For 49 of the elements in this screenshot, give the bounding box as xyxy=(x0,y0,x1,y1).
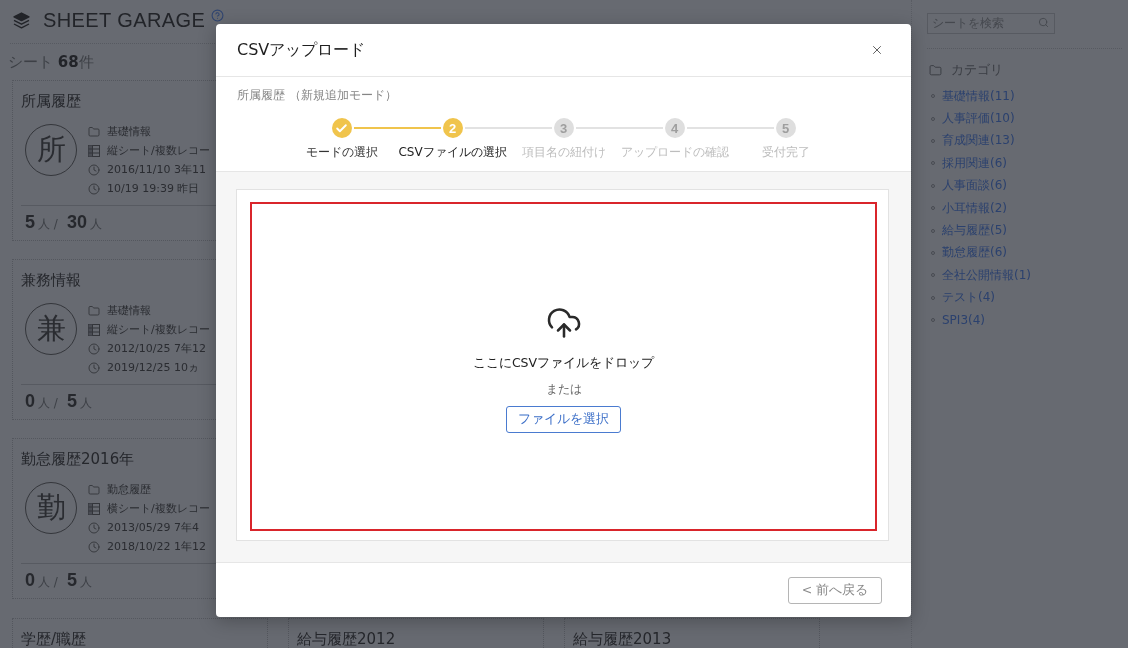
card-title: 勤怠履歴2016年 xyxy=(21,449,135,469)
search-icon xyxy=(1038,17,1049,28)
member-count: 5 xyxy=(25,212,35,233)
dialog-title: CSVアップロード xyxy=(237,39,366,61)
clock-icon xyxy=(88,540,100,553)
total-count: 30 xyxy=(66,212,87,233)
total-count: 5 xyxy=(66,391,77,412)
step-indicator: 5 xyxy=(775,118,796,138)
sheet-card[interactable]: 給与履歴2013 xyxy=(564,618,820,648)
choose-file-button[interactable]: ファイルを選択 xyxy=(506,405,621,433)
or-text: または xyxy=(545,380,582,398)
sheet-card[interactable]: 学歴/職歴 xyxy=(12,618,268,648)
card-title: 学歴/職歴 xyxy=(21,629,88,648)
total-count: 5 xyxy=(66,570,77,591)
step-label: CSVファイルの選択 xyxy=(398,145,507,160)
clock-icon xyxy=(88,182,100,195)
app-title: SHEET GARAGE xyxy=(43,9,206,32)
back-button[interactable]: < 前へ戻る xyxy=(788,576,882,604)
card-title: 給与履歴2013 xyxy=(573,629,673,648)
card-title: 兼務情報 xyxy=(21,270,81,290)
clock-icon xyxy=(88,342,100,355)
folder-icon xyxy=(88,304,100,317)
sheet-card[interactable]: 給与履歴2012 xyxy=(288,618,544,648)
updated-date: 10/19 19:39 昨日 xyxy=(107,181,200,196)
close-icon xyxy=(870,43,884,57)
clock-icon xyxy=(88,521,100,534)
card-title: 所属履歴 xyxy=(21,91,81,111)
category-link[interactable]: SPI3(4) xyxy=(942,313,986,328)
step-indicator: 2 xyxy=(442,118,463,138)
category-link[interactable]: 勤怠履歴(6) xyxy=(942,244,1007,262)
table-icon xyxy=(88,323,100,336)
member-count: 0 xyxy=(25,391,35,412)
clock-icon xyxy=(88,361,100,374)
dialog-subtitle: 所属履歴 （新規追加モード） xyxy=(237,88,397,103)
member-count: 0 xyxy=(25,570,35,591)
card-title: 給与履歴2012 xyxy=(297,629,397,648)
table-icon xyxy=(88,502,100,515)
step-indicator: 3 xyxy=(553,118,574,138)
folder-icon xyxy=(929,63,942,77)
step-indicator: 4 xyxy=(664,118,685,138)
clock-icon xyxy=(88,163,100,176)
step-label: 受付完了 xyxy=(761,145,810,160)
folder-icon xyxy=(88,125,100,138)
drop-message: ここにCSVファイルをドロップ xyxy=(472,354,655,372)
drop-zone[interactable]: ここにCSVファイルをドロップ または ファイルを選択 xyxy=(250,202,877,531)
folder-icon xyxy=(88,483,100,496)
table-icon xyxy=(88,144,100,157)
layers-icon xyxy=(13,12,30,29)
step-label: モードの選択 xyxy=(305,145,378,160)
